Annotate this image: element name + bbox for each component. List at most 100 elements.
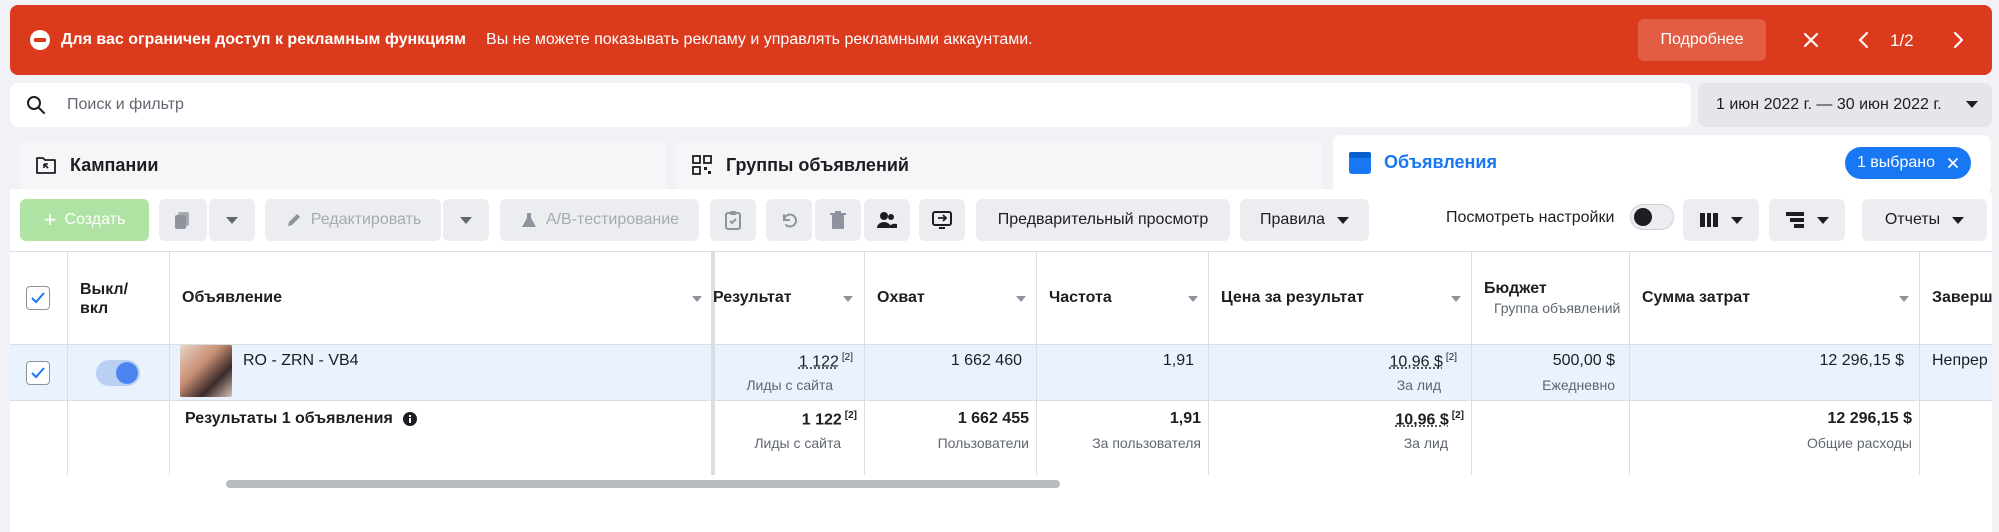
row-spent: 12 296,15 $ [1819,352,1904,369]
row-cost: 10,96 $ [2] [1211,352,1457,371]
audience-button[interactable] [864,199,910,241]
chevron-down-icon[interactable] [1899,296,1909,302]
ad-name[interactable]: RO - ZRN - VB4 [243,352,359,370]
plus-icon: + [43,207,57,232]
column-header-budget[interactable]: Бюджет [1484,280,1547,298]
alert-title: Для вас ограничен доступ к рекламным фун… [61,31,467,48]
row-checkbox[interactable] [26,361,50,385]
row-bottom-border [10,400,1992,401]
ad-preview-icon [932,211,952,229]
duplicate-button[interactable] [159,199,207,241]
close-icon[interactable] [1798,27,1824,53]
row-result-sub: Лиды с сайта [746,377,833,393]
chevron-down-icon [460,216,472,224]
preview-button[interactable]: Предварительный просмотр [976,199,1230,241]
undo-icon [783,213,797,228]
tab-ads[interactable]: Объявления 1 выбрано [1333,135,1991,190]
chevron-down-icon[interactable] [843,296,853,302]
total-cost-ref: [2] [1451,410,1464,421]
rules-button[interactable]: Правила [1240,199,1369,241]
row-cost-value[interactable]: 10,96 $ [1389,353,1442,370]
info-icon[interactable] [403,412,417,426]
ab-test-button[interactable]: A/B-тестирование [500,199,699,241]
columns-button[interactable] [1683,199,1759,241]
column-header-toggle[interactable]: Выкл/ вкл [80,280,150,318]
column-header-reach[interactable]: Охват [877,289,925,307]
create-label: Создать [64,211,126,228]
tab-adsets-label: Группы объявлений [726,154,909,175]
close-icon[interactable] [1947,157,1959,169]
total-label: Результаты 1 объявления [185,410,393,427]
column-divider [1208,251,1209,475]
tab-adsets[interactable]: Группы объявлений [676,141,1322,189]
table-top-border [10,251,1992,252]
total-cost-value[interactable]: 10,96 $ [1395,411,1448,428]
column-header-ends[interactable]: Заверш [1932,289,1993,307]
view-settings-label: Посмотреть настройки [1446,209,1615,226]
column-header-frequency[interactable]: Частота [1049,289,1112,307]
column-divider [169,251,170,475]
select-all-checkbox[interactable] [26,286,50,310]
preview-label: Предварительный просмотр [997,211,1209,228]
total-cost-sub: За лид [1403,435,1448,451]
tab-campaigns-label: Кампании [70,154,159,175]
column-header-ad[interactable]: Объявление [182,289,282,307]
total-reach: 1 662 455 [957,410,1029,427]
total-reach-sub: Пользователи [937,435,1029,451]
undo-button[interactable] [766,199,812,241]
chevron-right-icon[interactable] [1945,27,1971,53]
clipboard-button[interactable] [710,199,756,241]
date-range-picker[interactable]: 1 июн 2022 г. — 30 июн 2022 г. [1698,83,1992,127]
preview-ad-button[interactable] [919,199,965,241]
duplicate-icon [175,212,189,229]
row-budget[interactable]: 500,00 $ [1474,352,1615,370]
tab-campaigns[interactable]: Кампании [20,141,666,189]
column-divider [1919,251,1920,475]
edit-button[interactable]: Редактировать [265,199,441,241]
search-bar[interactable]: Поиск и фильтр [10,83,1691,127]
ad-thumbnail[interactable] [180,345,232,397]
column-divider [1471,251,1472,475]
view-settings-toggle[interactable] [1630,204,1674,230]
row-result: 1 122 [2] [713,352,853,371]
row-ends: Непрер [1932,352,1988,369]
chevron-down-icon[interactable] [1016,296,1026,302]
column-header-budget-sub: Группа объявлений [1494,300,1621,316]
column-header-cost-per-result[interactable]: Цена за результат [1221,289,1364,307]
delete-button[interactable] [815,199,861,241]
total-result-sub: Лиды с сайта [754,435,841,451]
edit-dropdown[interactable] [443,199,489,241]
column-header-amount-spent[interactable]: Сумма затрат [1642,289,1750,307]
horizontal-scrollbar[interactable] [226,480,1060,488]
chevron-down-icon[interactable] [1451,296,1461,302]
chevron-down-icon [1966,101,1978,108]
search-input[interactable]: Поиск и фильтр [67,96,184,114]
more-info-button[interactable]: Подробнее [1638,19,1766,61]
selected-count-chip[interactable]: 1 выбрано [1844,147,1971,179]
column-header-result[interactable]: Результат [713,289,792,307]
chevron-down-icon [1731,216,1743,224]
trash-icon [830,211,846,229]
check-icon [31,367,45,379]
reports-button[interactable]: Отчеты [1862,199,1987,241]
ad-status-toggle[interactable] [96,360,140,386]
flask-icon [521,213,536,227]
folder-icon [36,157,56,174]
column-divider [67,251,68,475]
row-cost-sub: За лид [1396,377,1441,393]
row-result-value[interactable]: 1 122 [799,353,839,370]
total-result-ref: [2] [844,410,857,421]
chevron-left-icon[interactable] [1851,27,1877,53]
breakdown-button[interactable] [1769,199,1845,241]
restriction-alert: Для вас ограничен доступ к рекламным фун… [10,5,1992,75]
total-result: 1 122 [2] [713,410,857,429]
chevron-down-icon[interactable] [1188,296,1198,302]
check-icon [31,292,45,304]
duplicate-dropdown[interactable] [209,199,255,241]
chevron-down-icon [1817,216,1829,224]
chevron-down-icon[interactable] [692,296,702,302]
alert-message: Вы не можете показывать рекламу и управл… [486,31,1033,48]
create-button[interactable]: + Создать [20,199,149,241]
column-divider [1629,251,1630,475]
total-spent-sub: Общие расходы [1806,435,1912,451]
